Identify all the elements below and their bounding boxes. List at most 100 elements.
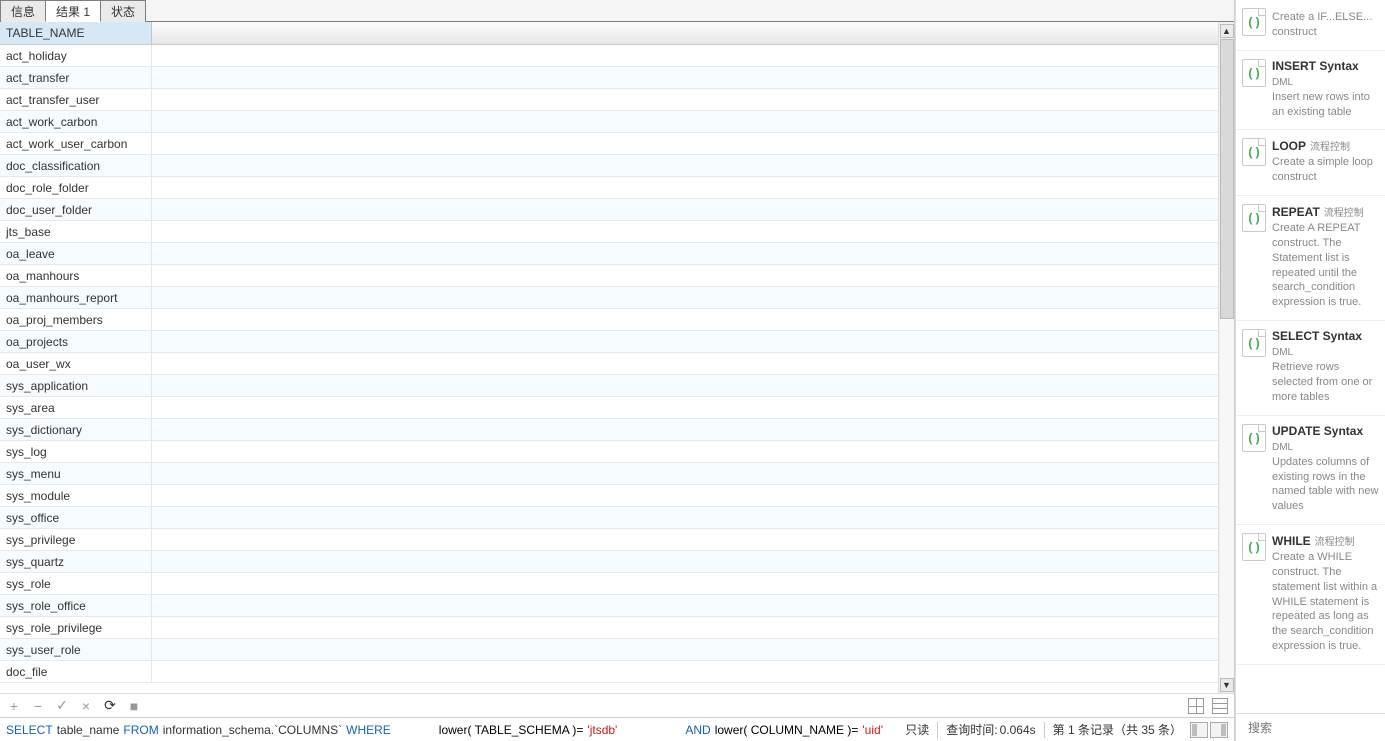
cell-table-name[interactable]: oa_manhours (0, 265, 152, 286)
cell-table-name[interactable]: act_transfer_user (0, 89, 152, 110)
table-row[interactable]: sys_dictionary (0, 419, 1218, 441)
record-count: 第 1 条记录（共 35 条） (1053, 721, 1182, 738)
table-row[interactable]: sys_office (0, 507, 1218, 529)
table-row[interactable]: doc_classification (0, 155, 1218, 177)
table-row[interactable]: sys_role (0, 573, 1218, 595)
help-item-title: INSERT SyntaxDML (1272, 59, 1379, 88)
tab-info[interactable]: 信息 (0, 0, 46, 22)
cell-table-name[interactable]: oa_proj_members (0, 309, 152, 330)
table-row[interactable]: sys_role_privilege (0, 617, 1218, 639)
cell-table-name[interactable]: sys_application (0, 375, 152, 396)
table-row[interactable]: act_transfer (0, 67, 1218, 89)
table-row[interactable]: sys_privilege (0, 529, 1218, 551)
delete-row-button[interactable]: − (30, 698, 46, 714)
help-item[interactable]: ( )SELECT SyntaxDMLRetrieve rows selecte… (1236, 321, 1385, 416)
cell-table-name[interactable]: sys_role_privilege (0, 617, 152, 638)
refresh-button[interactable]: ⟳ (102, 698, 118, 714)
table-row[interactable]: sys_log (0, 441, 1218, 463)
stop-button[interactable]: ■ (126, 698, 142, 714)
help-item-title: LOOP流程控制 (1272, 138, 1379, 153)
table-row[interactable]: oa_projects (0, 331, 1218, 353)
help-item[interactable]: ( )Create a IF...ELSE... construct (1236, 0, 1385, 51)
cell-table-name[interactable]: doc_user_folder (0, 199, 152, 220)
cell-table-name[interactable]: act_work_carbon (0, 111, 152, 132)
table-row[interactable]: sys_module (0, 485, 1218, 507)
help-list[interactable]: ( )Create a IF...ELSE... construct( )INS… (1236, 0, 1385, 713)
table-row[interactable]: sys_user_role (0, 639, 1218, 661)
tab-status[interactable]: 状态 (100, 0, 146, 22)
cell-table-name[interactable]: act_holiday (0, 45, 152, 66)
cell-table-name[interactable]: sys_menu (0, 463, 152, 484)
result-grid[interactable]: TABLE_NAME ▶act_holidayact_transferact_t… (0, 22, 1218, 693)
readonly-label: 只读 (905, 721, 929, 738)
table-row[interactable]: sys_application (0, 375, 1218, 397)
cell-table-name[interactable]: oa_user_wx (0, 353, 152, 374)
table-row[interactable]: oa_manhours (0, 265, 1218, 287)
table-row[interactable]: doc_file (0, 661, 1218, 683)
column-header-table-name[interactable]: TABLE_NAME (0, 22, 152, 44)
cell-table-name[interactable]: sys_user_role (0, 639, 152, 660)
grid-view-icon[interactable] (1188, 698, 1204, 714)
cell-table-name[interactable]: sys_dictionary (0, 419, 152, 440)
apply-button[interactable]: ✓ (54, 698, 70, 714)
table-row[interactable]: oa_proj_members (0, 309, 1218, 331)
cell-table-name[interactable]: sys_quartz (0, 551, 152, 572)
help-item[interactable]: ( )LOOP流程控制Create a simple loop construc… (1236, 130, 1385, 196)
table-row[interactable]: oa_manhours_report (0, 287, 1218, 309)
table-row[interactable]: sys_menu (0, 463, 1218, 485)
scroll-track[interactable] (1220, 39, 1234, 678)
help-item-body: WHILE流程控制Create a WHILE construct. The s… (1272, 533, 1379, 654)
help-item[interactable]: ( )UPDATE SyntaxDMLUpdates columns of ex… (1236, 416, 1385, 525)
table-row[interactable]: ▶act_holiday (0, 45, 1218, 67)
table-row[interactable]: jts_base (0, 221, 1218, 243)
scroll-thumb[interactable] (1220, 39, 1234, 319)
cell-table-name[interactable]: oa_manhours_report (0, 287, 152, 308)
table-row[interactable]: doc_user_folder (0, 199, 1218, 221)
vertical-scrollbar[interactable]: ▲ ▼ (1218, 22, 1234, 693)
cell-table-name[interactable]: doc_role_folder (0, 177, 152, 198)
cell-table-name[interactable]: doc_classification (0, 155, 152, 176)
table-row[interactable]: sys_area (0, 397, 1218, 419)
cell-table-name[interactable]: sys_log (0, 441, 152, 462)
sql-table: information_schema.`COLUMNS` (163, 723, 342, 737)
cell-table-name[interactable]: sys_privilege (0, 529, 152, 550)
help-search-input[interactable] (1248, 721, 1385, 735)
table-row[interactable]: oa_user_wx (0, 353, 1218, 375)
table-row[interactable]: doc_role_folder (0, 177, 1218, 199)
cell-table-name[interactable]: sys_role (0, 573, 152, 594)
cell-table-name[interactable]: sys_area (0, 397, 152, 418)
cell-table-name[interactable]: sys_role_office (0, 595, 152, 616)
cell-table-name[interactable]: oa_leave (0, 243, 152, 264)
help-item-desc: Create a WHILE construct. The statement … (1272, 550, 1379, 654)
help-item[interactable]: ( )WHILE流程控制Create a WHILE construct. Th… (1236, 525, 1385, 665)
tab-result-1[interactable]: 结果 1 (45, 0, 101, 22)
cell-table-name[interactable]: doc_file (0, 661, 152, 682)
help-item-tag: DML (1272, 77, 1293, 88)
table-row[interactable]: act_transfer_user (0, 89, 1218, 111)
help-item[interactable]: ( )REPEAT流程控制Create A REPEAT construct. … (1236, 196, 1385, 321)
table-row[interactable]: oa_leave (0, 243, 1218, 265)
table-row[interactable]: sys_quartz (0, 551, 1218, 573)
form-view-icon[interactable] (1212, 698, 1228, 714)
snippet-icon: ( ) (1242, 329, 1266, 357)
cell-table-name[interactable]: oa_projects (0, 331, 152, 352)
add-row-button[interactable]: + (6, 698, 22, 714)
cell-table-name[interactable]: act_transfer (0, 67, 152, 88)
cell-table-name[interactable]: jts_base (0, 221, 152, 242)
help-item-tag: DML (1272, 347, 1293, 358)
scroll-down-button[interactable]: ▼ (1220, 678, 1234, 692)
table-row[interactable]: act_work_user_carbon (0, 133, 1218, 155)
help-item-desc: Create a IF...ELSE... construct (1272, 10, 1379, 40)
cell-table-name[interactable]: sys_office (0, 507, 152, 528)
table-row[interactable]: sys_role_office (0, 595, 1218, 617)
help-item-tag: 流程控制 (1315, 533, 1355, 548)
toggle-right-panel-icon[interactable] (1210, 722, 1228, 738)
help-item[interactable]: ( )INSERT SyntaxDMLInsert new rows into … (1236, 51, 1385, 131)
cancel-button[interactable]: × (78, 698, 94, 714)
sql-condition: lower( TABLE_SCHEMA )= (439, 723, 584, 737)
cell-table-name[interactable]: sys_module (0, 485, 152, 506)
scroll-up-button[interactable]: ▲ (1220, 24, 1234, 38)
cell-table-name[interactable]: act_work_user_carbon (0, 133, 152, 154)
table-row[interactable]: act_work_carbon (0, 111, 1218, 133)
toggle-left-panel-icon[interactable] (1190, 722, 1208, 738)
